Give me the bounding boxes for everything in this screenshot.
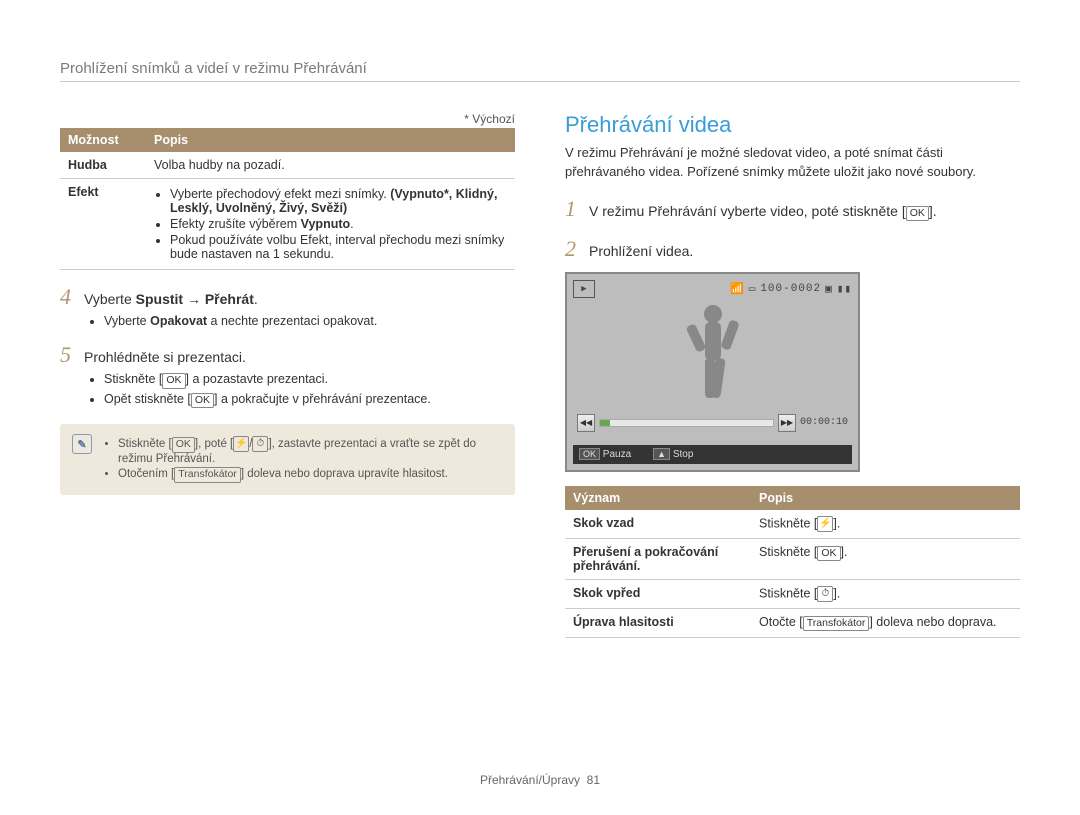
options-table: Možnost Popis Hudba Volba hudby na pozad…	[60, 128, 515, 270]
step-text: Prohlédněte si prezentaci.	[84, 349, 246, 365]
control-name: Skok vpřed	[565, 579, 751, 608]
controls-table: Význam Popis Skok vzad Stiskněte [⚡]. Př…	[565, 486, 1020, 639]
play-mode-icon: ▶	[573, 280, 595, 298]
table-row: Hudba Volba hudby na pozadí.	[60, 152, 515, 179]
control-desc: Otočte [Transfokátor] doleva nebo doprav…	[751, 608, 1020, 638]
flash-icon: ⚡	[233, 436, 249, 452]
table-row: Přerušení a pokračování přehrávání. Stis…	[565, 538, 1020, 579]
table-row: Skok vpřed Stiskněte [⏱].	[565, 579, 1020, 608]
progress-bar	[599, 419, 774, 427]
controls-col-meaning: Význam	[565, 486, 751, 510]
control-desc: Stiskněte [⏱].	[751, 579, 1020, 608]
options-col-description: Popis	[146, 128, 515, 152]
right-column: Přehrávání videa V režimu Přehrávání je …	[565, 112, 1020, 638]
two-column-layout: * Výchozí Možnost Popis Hudba Volba hudb…	[60, 112, 1020, 638]
step-text: V režimu Přehrávání vyberte video, poté …	[589, 203, 937, 222]
ok-button-label: OK	[817, 546, 840, 562]
status-icons: 📶 ▭ 100-0002 ▣ ▮▮	[730, 282, 852, 296]
step-text: Vyberte Spustit → Přehrát.	[84, 291, 258, 307]
skip-forward-icon: ▶▶	[778, 414, 796, 432]
control-name: Úprava hlasitosti	[565, 608, 751, 638]
camera-lcd-screenshot: ▶ 📶 ▭ 100-0002 ▣ ▮▮ ◀◀ ▶	[565, 272, 860, 472]
ok-button-label: OK	[579, 448, 600, 460]
control-name: Skok vzad	[565, 510, 751, 539]
step-5: 5 Prohlédněte si prezentaci.	[60, 342, 515, 368]
section-heading: Přehrávání videa	[565, 112, 1020, 138]
option-name: Hudba	[60, 152, 146, 179]
person-silhouette	[683, 302, 743, 412]
table-row: Efekt Vyberte přechodový efekt mezi sním…	[60, 179, 515, 270]
ok-button-label: OK	[906, 206, 929, 222]
signal-icon: 📶	[730, 282, 745, 296]
ok-button-label: OK	[172, 437, 195, 453]
section-intro: V režimu Přehrávání je možné sledovat vi…	[565, 144, 1020, 182]
control-desc: Stiskněte [⚡].	[751, 510, 1020, 539]
table-row: Skok vzad Stiskněte [⚡].	[565, 510, 1020, 539]
video-icon: ▣	[825, 282, 833, 296]
step-4-sub: Vyberte Opakovat a nechte prezentaci opa…	[88, 314, 515, 328]
note-icon: ✎	[72, 434, 92, 454]
controls-col-description: Popis	[751, 486, 1020, 510]
option-desc: Volba hudby na pozadí.	[146, 152, 515, 179]
option-desc: Vyberte přechodový efekt mezi snímky. (V…	[146, 179, 515, 270]
control-name: Přerušení a pokračování přehrávání.	[565, 538, 751, 579]
ok-button-label: OK	[162, 373, 185, 389]
page-footer: Přehrávání/Úpravy 81	[0, 773, 1080, 787]
step-text: Prohlížení videa.	[589, 243, 693, 259]
step-4: 4 Vyberte Spustit → Přehrát.	[60, 284, 515, 310]
timer-icon: ⏱	[817, 586, 833, 602]
ok-button-label: OK	[191, 393, 214, 409]
step-5-sub: Stiskněte [OK] a pozastavte prezentaci. …	[88, 372, 515, 408]
control-desc: Stiskněte [OK].	[751, 538, 1020, 579]
table-row: Úprava hlasitosti Otočte [Transfokátor] …	[565, 608, 1020, 638]
step-num: 5	[60, 342, 84, 368]
skip-back-icon: ◀◀	[577, 414, 595, 432]
battery-icon: ▮▮	[837, 282, 852, 296]
zoom-lever-label: Transfokátor	[174, 467, 241, 483]
file-counter: 100-0002	[760, 283, 821, 295]
step-num: 4	[60, 284, 84, 310]
timer-icon: ⏱	[252, 436, 268, 452]
timecode: 00:00:10	[800, 417, 848, 428]
note-box: ✎ Stiskněte [OK], poté [⚡/⏱], zastavte p…	[60, 424, 515, 494]
step-2: 2 Prohlížení videa.	[565, 236, 1020, 262]
option-name: Efekt	[60, 179, 146, 270]
step-num: 2	[565, 236, 589, 262]
zoom-lever-label: Transfokátor	[803, 616, 870, 632]
page-title: Prohlížení snímků a videí v režimu Přehr…	[60, 60, 1020, 77]
screenshot-legend: OK Pauza ▲ Stop	[573, 445, 852, 464]
memory-icon: ▭	[749, 282, 757, 296]
step-num: 1	[565, 196, 589, 222]
left-column: * Výchozí Možnost Popis Hudba Volba hudb…	[60, 112, 515, 638]
options-col-option: Možnost	[60, 128, 146, 152]
title-rule	[60, 81, 1020, 82]
step-1: 1 V režimu Přehrávání vyberte video, pot…	[565, 196, 1020, 222]
flash-icon: ⚡	[817, 516, 833, 532]
up-icon: ▲	[653, 448, 670, 460]
default-marker: * Výchozí	[60, 112, 515, 126]
